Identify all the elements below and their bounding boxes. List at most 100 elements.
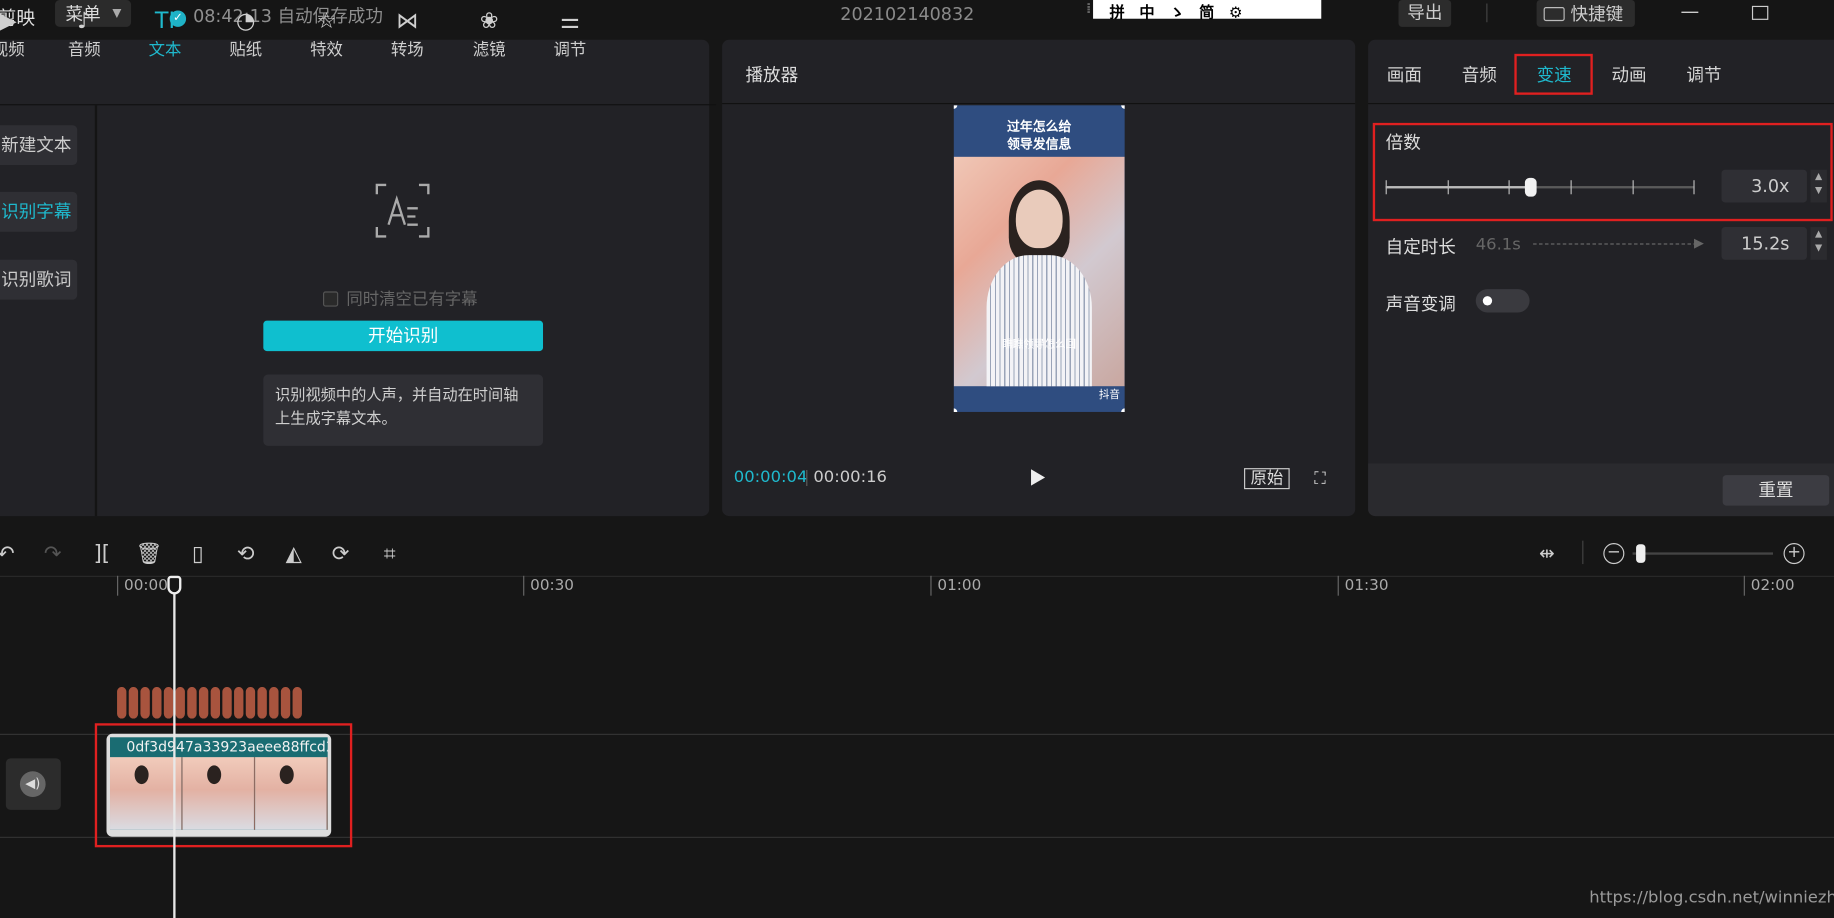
douyin-logo: 抖音 bbox=[1098, 389, 1120, 402]
caption-top: 过年怎么给 领导发信息 bbox=[1007, 119, 1072, 153]
crop-icon[interactable]: ⌗ bbox=[377, 542, 403, 568]
toolbar-effects[interactable]: ☆ 特效 bbox=[291, 5, 361, 61]
fullscreen-icon[interactable]: ⛶ bbox=[1314, 469, 1330, 488]
zoom-out-icon[interactable]: − bbox=[1603, 543, 1625, 565]
tab-animation[interactable]: 动画 bbox=[1612, 62, 1647, 87]
minimize-button[interactable]: — bbox=[1681, 0, 1700, 22]
total-time: 00:00:16 bbox=[813, 468, 887, 487]
ruler-mark: 01:00 bbox=[930, 575, 981, 596]
reverse-icon[interactable]: ⟲ bbox=[233, 542, 259, 568]
split-icon[interactable]: ][ bbox=[89, 542, 115, 568]
delete-icon[interactable]: 🗑 bbox=[136, 542, 163, 568]
toolbar-text[interactable]: TI 文本 bbox=[130, 5, 200, 61]
slider-tick bbox=[1508, 180, 1510, 195]
sticker-icon: ◔ bbox=[236, 8, 256, 34]
speaker-icon: ◀) bbox=[19, 771, 46, 797]
toggle-knob bbox=[1482, 296, 1493, 306]
clear-option-label: 同时清空已有字幕 bbox=[346, 290, 478, 309]
highlight-box bbox=[1514, 53, 1593, 95]
sidebar-item-recognize-lyrics[interactable]: 识别歌词 bbox=[0, 259, 78, 300]
sidebar-item-recognize-subtitle[interactable]: 识别字幕 bbox=[0, 191, 78, 232]
play-icon[interactable] bbox=[1031, 469, 1046, 486]
filter-icon: ❀ bbox=[479, 8, 499, 34]
playhead[interactable] bbox=[173, 582, 176, 918]
rate-stepper[interactable]: ▲ ▼ bbox=[1810, 169, 1827, 203]
undo-icon[interactable]: ↶ bbox=[0, 542, 19, 568]
recognize-description: 识别视频中的人声，并自动在时间轴上生成字幕文本。 bbox=[263, 374, 544, 446]
divider bbox=[94, 105, 98, 517]
toolbar-label: 转场 bbox=[390, 40, 424, 60]
sidebar-item-new-text[interactable]: 新建文本 bbox=[0, 125, 78, 166]
resize-handle[interactable] bbox=[953, 105, 958, 109]
ime-toolbar[interactable]: ⁞ 拼 中 ゝ 简 ⚙ bbox=[1086, 0, 1322, 22]
tab-audio[interactable]: 音频 bbox=[1462, 62, 1497, 87]
time-separator: | bbox=[803, 468, 810, 487]
divider bbox=[1582, 540, 1584, 565]
toolbar-label: 视频 bbox=[0, 40, 25, 60]
music-icon: ♪ bbox=[77, 8, 92, 34]
toolbar-audio[interactable]: ♪ 音频 bbox=[49, 5, 119, 61]
duration-original: 46.1s bbox=[1475, 235, 1521, 254]
checkbox[interactable] bbox=[323, 291, 339, 307]
duration-stepper[interactable]: ▲ ▼ bbox=[1810, 227, 1827, 260]
start-recognize-button[interactable]: 开始识别 bbox=[263, 320, 544, 352]
rate-slider[interactable] bbox=[1385, 180, 1695, 195]
toolbar-sticker[interactable]: ◔ 贴纸 bbox=[211, 5, 281, 61]
zoom-slider-thumb[interactable] bbox=[1636, 544, 1646, 563]
rotate-icon[interactable]: ⟳ bbox=[328, 542, 354, 568]
video-preview[interactable]: 过年怎么给 领导发信息 瞧瞧领导怎么回 抖音 bbox=[953, 105, 1125, 412]
resize-handle[interactable] bbox=[1121, 408, 1125, 412]
toolbar-video[interactable]: ▶ 视频 bbox=[0, 5, 43, 61]
project-name: 202102140832 bbox=[840, 3, 975, 25]
duration-label: 自定时长 bbox=[1385, 236, 1456, 258]
clear-existing-option[interactable]: 同时清空已有字幕 bbox=[323, 287, 477, 310]
time-ruler[interactable] bbox=[0, 575, 1834, 599]
toolbar-adjust[interactable]: ⚌ 调节 bbox=[535, 5, 605, 61]
toolbar-transition[interactable]: ⋈ 转场 bbox=[372, 5, 442, 61]
export-button[interactable]: 导出 bbox=[1398, 0, 1452, 27]
tab-picture[interactable]: 画面 bbox=[1387, 62, 1422, 87]
ruler-mark: 01:30 bbox=[1337, 575, 1389, 596]
playhead-handle[interactable] bbox=[167, 575, 182, 595]
redo-icon[interactable]: ↷ bbox=[40, 542, 66, 568]
duration-input[interactable]: 15.2s bbox=[1721, 227, 1807, 260]
timeline-toolbar bbox=[0, 528, 1834, 576]
freeze-frame-icon[interactable]: ▯ bbox=[185, 542, 211, 568]
toolbar-label: 音频 bbox=[67, 40, 101, 60]
transition-icon: ⋈ bbox=[396, 8, 419, 34]
rate-slider-thumb[interactable] bbox=[1524, 177, 1537, 197]
zoom-in-icon[interactable]: + bbox=[1783, 543, 1805, 565]
effects-icon: ☆ bbox=[316, 8, 337, 34]
drag-handle-icon[interactable]: ⁞ bbox=[1086, 0, 1091, 16]
shortcut-label: 快捷键 bbox=[1570, 3, 1624, 25]
caption-bottom: 瞧瞧领导怎么回 bbox=[1002, 339, 1077, 352]
track-mute-button[interactable]: ◀) bbox=[5, 758, 61, 810]
resize-handle[interactable] bbox=[953, 408, 958, 412]
toolbar-label: 文本 bbox=[148, 40, 182, 60]
divider bbox=[722, 102, 1356, 105]
original-ratio-button[interactable]: 原始 bbox=[1244, 468, 1290, 490]
toolbar-filter[interactable]: ❀ 滤镜 bbox=[454, 5, 524, 61]
toolbar-label: 特效 bbox=[310, 40, 343, 60]
person-face bbox=[1015, 189, 1063, 249]
audio-waveform[interactable] bbox=[117, 686, 309, 719]
rate-input[interactable]: 3.0x bbox=[1721, 169, 1807, 203]
preview-frame bbox=[953, 156, 1125, 387]
snap-icon[interactable]: ⇹ bbox=[1539, 542, 1555, 564]
reset-button[interactable]: 重置 bbox=[1722, 475, 1830, 506]
slider-tick bbox=[1693, 180, 1695, 195]
adjust-icon: ⚌ bbox=[559, 8, 580, 34]
player-title: 播放器 bbox=[745, 64, 799, 86]
ime-text: 拼 中 ゝ 简 ⚙ bbox=[1109, 4, 1248, 23]
pitch-toggle[interactable] bbox=[1475, 289, 1530, 313]
ruler-mark: 02:00 bbox=[1743, 575, 1795, 596]
duration-slider: ▶ bbox=[1533, 235, 1704, 250]
maximize-button[interactable] bbox=[1751, 5, 1769, 20]
divider bbox=[0, 104, 717, 106]
slider-tick bbox=[1632, 180, 1634, 195]
shortcut-button[interactable]: 快捷键 bbox=[1536, 0, 1635, 27]
tab-adjust[interactable]: 调节 bbox=[1686, 62, 1721, 87]
mirror-icon[interactable]: ◭ bbox=[281, 542, 307, 568]
zoom-slider[interactable] bbox=[1632, 552, 1774, 555]
resize-handle[interactable] bbox=[1121, 105, 1125, 109]
